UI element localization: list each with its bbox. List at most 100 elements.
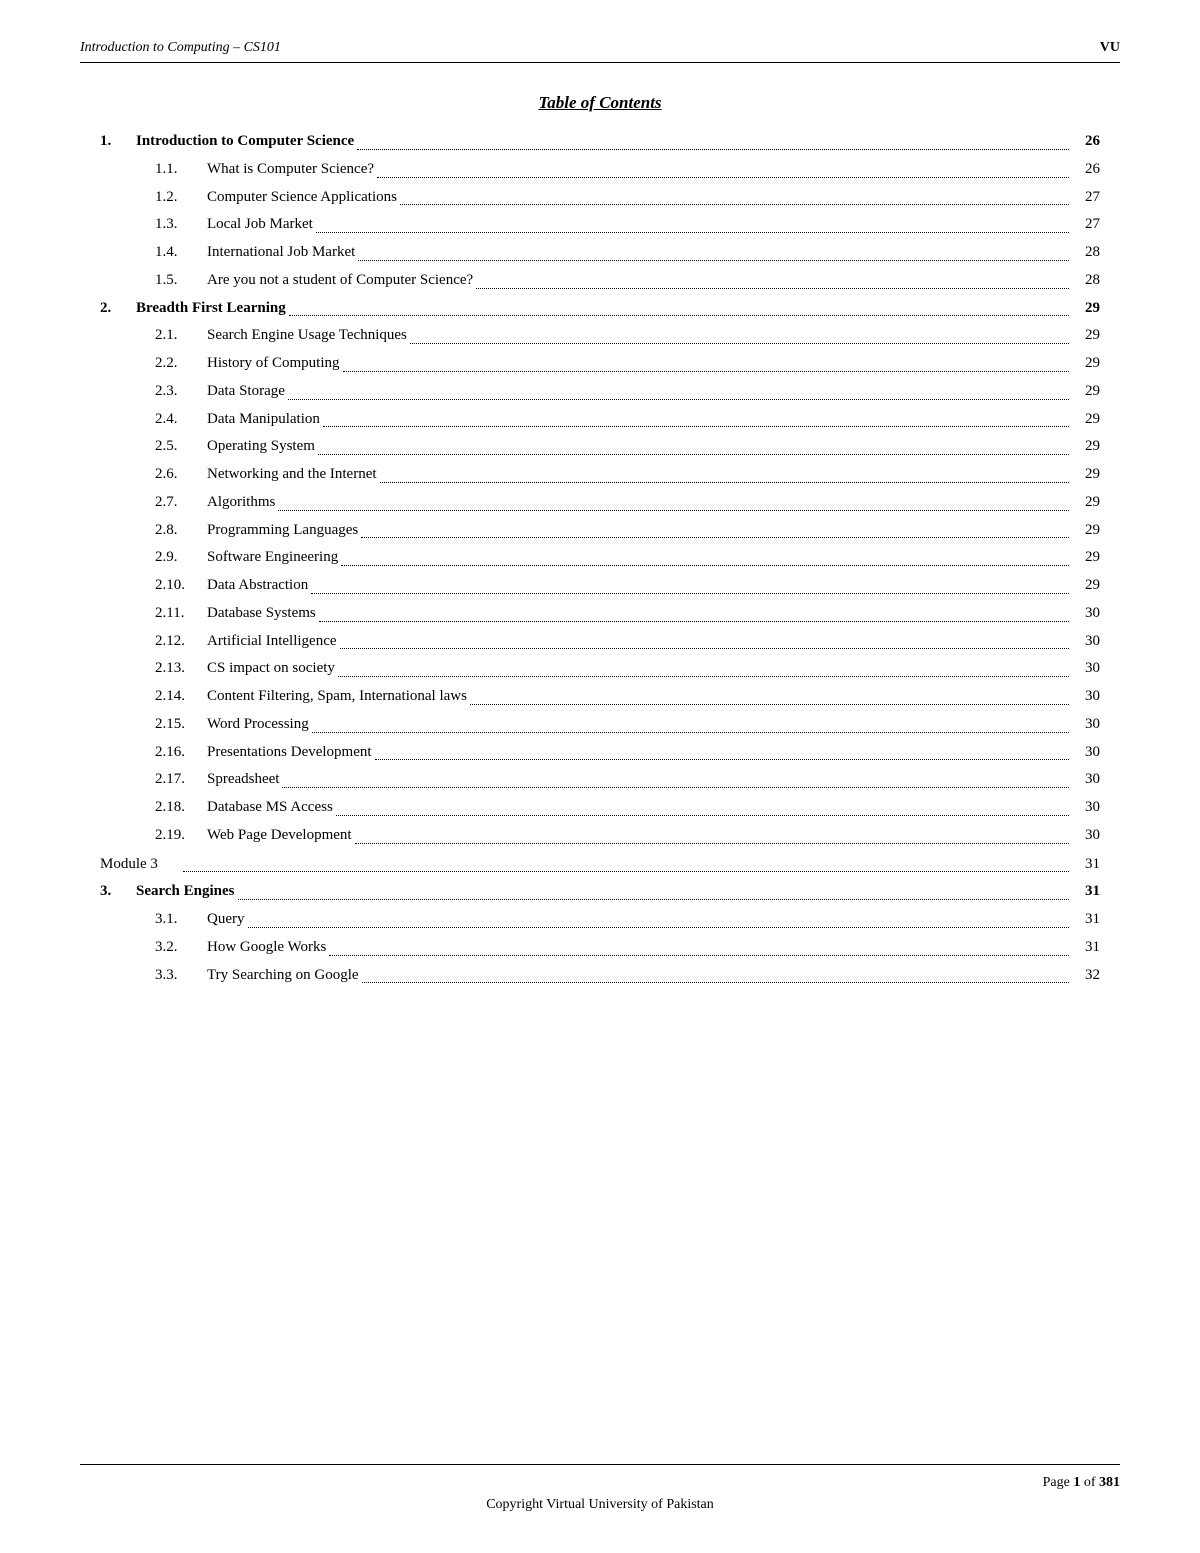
toc-entry: 2.2. History of Computing 29 [100,351,1100,376]
page: Introduction to Computing – CS101 VU Tab… [0,0,1200,1553]
toc-num: 3. [100,879,136,904]
toc-page: 30 [1072,712,1100,737]
toc-text: Artificial Intelligence [207,629,337,654]
toc-page: 29 [1072,462,1100,487]
toc-entry: 2.15. Word Processing 30 [100,712,1100,737]
toc-text: Software Engineering [207,545,338,570]
toc-text: Local Job Market [207,212,313,237]
toc-text: Data Storage [207,379,285,404]
toc-num: 1.2. [155,185,207,210]
toc-num: 2.19. [155,823,207,848]
toc-dots [377,177,1069,178]
toc-num: 2.5. [155,434,207,459]
toc-entry: 2.18. Database MS Access 30 [100,795,1100,820]
toc-page: 29 [1072,490,1100,515]
toc-num: 1.5. [155,268,207,293]
toc-page: 30 [1072,629,1100,654]
footer-line: Page 1 of 381 [80,1464,1120,1491]
toc-page: 29 [1072,434,1100,459]
page-header: Introduction to Computing – CS101 VU [80,40,1120,63]
toc-dots [362,982,1069,983]
toc-num: 2.17. [155,767,207,792]
toc-page: 29 [1072,296,1100,321]
toc-page: 28 [1072,240,1100,265]
toc-entry: 2.8. Programming Languages29 [100,518,1100,543]
toc-dots [476,288,1069,289]
toc-page: 30 [1072,684,1100,709]
toc-text: Algorithms [207,490,275,515]
toc-entry: 3.2. How Google Works31 [100,935,1100,960]
toc-num: 2.13. [155,656,207,681]
toc-num: 2.4. [155,407,207,432]
toc-text: Data Manipulation [207,407,320,432]
toc-page: 28 [1072,268,1100,293]
toc-num: 2.2. [155,351,207,376]
toc-text: History of Computing [207,351,340,376]
toc-page: 32 [1072,963,1100,988]
toc-entry: 2.17. Spreadsheet30 [100,767,1100,792]
toc-text: Search Engines [136,879,235,904]
toc-text: Data Abstraction [207,573,308,598]
toc-text: International Job Market [207,240,355,265]
toc-entry: 1.3. Local Job Market27 [100,212,1100,237]
toc-entry: 2.9. Software Engineering29 [100,545,1100,570]
toc-entry: 3. Search Engines 31 [100,879,1100,904]
toc-dots [380,482,1069,483]
toc-text: Spreadsheet [207,767,279,792]
toc-entry: 2.6. Networking and the Internet29 [100,462,1100,487]
toc-dots [358,260,1069,261]
toc-entry: 1. Introduction to Computer Science26 [100,129,1100,154]
toc-page: 30 [1072,795,1100,820]
toc-num: 2.9. [155,545,207,570]
toc-num: 3.3. [155,963,207,988]
toc-num: 2.15. [155,712,207,737]
toc-page: 30 [1072,740,1100,765]
toc-num: 2.18. [155,795,207,820]
toc-page: 31 [1072,907,1100,932]
toc-dots [336,815,1069,816]
toc-num: 1.4. [155,240,207,265]
toc-num: 1.1. [155,157,207,182]
toc-dots [410,343,1069,344]
toc-page: 30 [1072,823,1100,848]
toc-page: 29 [1072,351,1100,376]
toc-entry: 2.14. Content Filtering, Spam, Internati… [100,684,1100,709]
toc-page: 29 [1072,407,1100,432]
toc-dots [288,399,1069,400]
toc-entry: 2.7. Algorithms29 [100,490,1100,515]
toc-page: 30 [1072,656,1100,681]
toc-num: Module 3 [100,852,180,877]
footer-page-number: Page 1 of 381 [600,1475,1120,1491]
footer-page-label: Page [1043,1475,1070,1490]
toc-num: 3.2. [155,935,207,960]
toc-num: 2.12. [155,629,207,654]
toc-text: Query [207,907,245,932]
toc-page: 27 [1072,212,1100,237]
toc-entry: 3.3. Try Searching on Google32 [100,963,1100,988]
toc-entry: 1.2. Computer Science Applications27 [100,185,1100,210]
toc-entry: 2.16. Presentations Development30 [100,740,1100,765]
toc-dots [312,732,1069,733]
toc-entry: 2.11. Database Systems30 [100,601,1100,626]
toc-text: Database MS Access [207,795,333,820]
toc-entry: 2. Breadth First Learning29 [100,296,1100,321]
toc-num: 2.14. [155,684,207,709]
toc-text: Word Processing [207,712,309,737]
toc-dots [470,704,1069,705]
toc-page: 26 [1072,157,1100,182]
toc-num: 2.10. [155,573,207,598]
toc-page: 31 [1072,879,1100,904]
toc-text: How Google Works [207,935,326,960]
toc-dots [316,232,1069,233]
toc-dots [361,537,1069,538]
toc-num: 3.1. [155,907,207,932]
toc-dots [183,871,1069,872]
footer-copyright: Copyright Virtual University of Pakistan [80,1497,1120,1513]
toc-entry: 2.5. Operating System29 [100,434,1100,459]
toc-text: Networking and the Internet [207,462,377,487]
toc-dots [282,787,1069,788]
toc-num: 2.11. [155,601,207,626]
toc-dots [343,371,1069,372]
header-logo: VU [1100,40,1120,56]
toc-dots [400,204,1069,205]
